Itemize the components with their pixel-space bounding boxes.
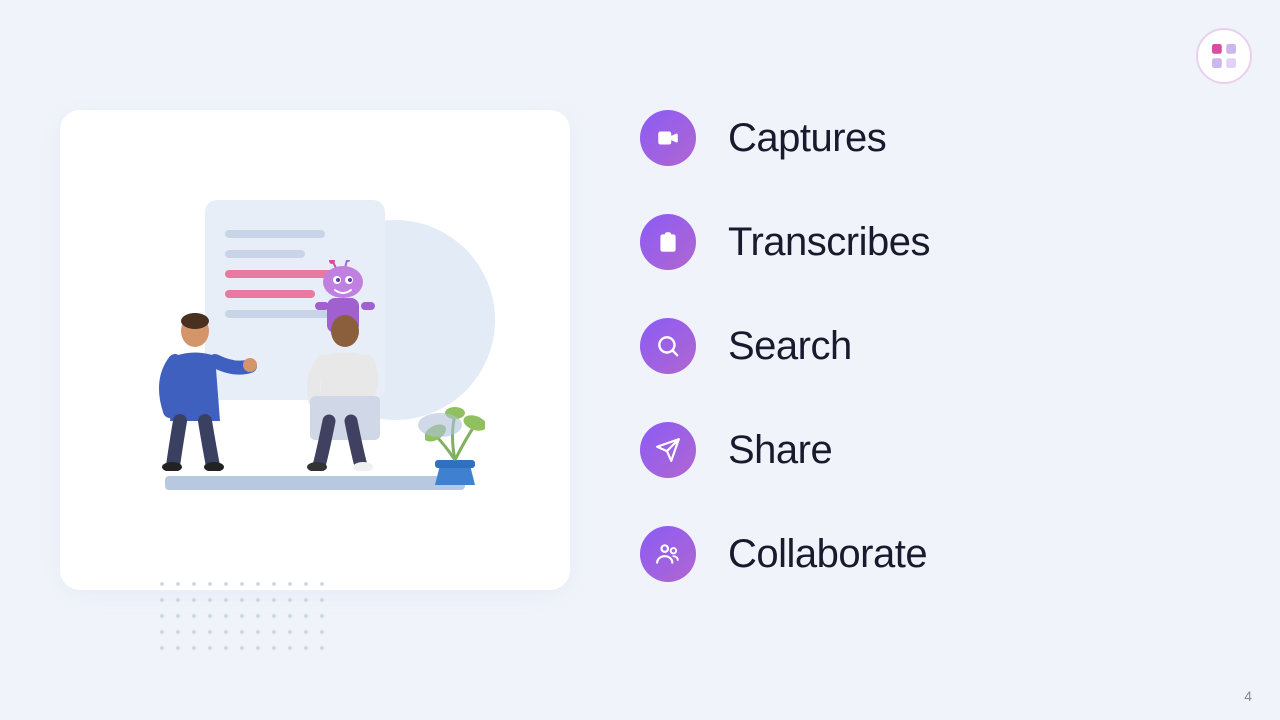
dot [176, 630, 180, 634]
search-icon-circle [640, 318, 696, 374]
video-icon [655, 125, 681, 151]
dot [240, 614, 244, 618]
dot [224, 598, 228, 602]
transcribes-label: Transcribes [728, 220, 930, 265]
dot [192, 614, 196, 618]
dot [288, 630, 292, 634]
dot [304, 598, 308, 602]
captures-icon-circle [640, 110, 696, 166]
dot [256, 630, 260, 634]
dot [208, 598, 212, 602]
dot [208, 630, 212, 634]
dot [224, 582, 228, 586]
dot [272, 630, 276, 634]
dot [320, 614, 324, 618]
share-icon-circle [640, 422, 696, 478]
person1 [155, 311, 265, 476]
dot [320, 598, 324, 602]
collaborate-label: Collaborate [728, 532, 927, 577]
dot [288, 646, 292, 650]
dot [176, 646, 180, 650]
dot [208, 582, 212, 586]
dot [256, 598, 260, 602]
captures-label: Captures [728, 116, 886, 161]
dot [208, 614, 212, 618]
dot [224, 630, 228, 634]
dot [272, 614, 276, 618]
dot [304, 582, 308, 586]
dot [304, 646, 308, 650]
dot [176, 614, 180, 618]
dot [272, 646, 276, 650]
dot [192, 582, 196, 586]
share-icon [655, 437, 681, 463]
tactiq-logo-icon [1209, 41, 1239, 71]
dot [320, 630, 324, 634]
dot [272, 582, 276, 586]
dot [176, 582, 180, 586]
dot [160, 598, 164, 602]
dot [224, 614, 228, 618]
dot [160, 614, 164, 618]
dot [192, 598, 196, 602]
feature-search: Search [640, 318, 1200, 374]
dot [288, 598, 292, 602]
person2 [295, 311, 395, 476]
dot [288, 614, 292, 618]
dot [160, 582, 164, 586]
dot [272, 598, 276, 602]
dot [224, 646, 228, 650]
illustration [105, 180, 525, 520]
share-label: Share [728, 428, 832, 473]
dot [288, 582, 292, 586]
illustration-card [60, 110, 570, 590]
feature-captures: Captures [640, 110, 1200, 166]
transcribes-icon-circle [640, 214, 696, 270]
collaborate-icon-circle [640, 526, 696, 582]
dot [304, 630, 308, 634]
feature-transcribes: Transcribes [640, 214, 1200, 270]
collaborate-icon [655, 541, 681, 567]
search-icon [655, 333, 681, 359]
dot [256, 646, 260, 650]
feature-collaborate: Collaborate [640, 526, 1200, 582]
dot [240, 582, 244, 586]
dot [208, 646, 212, 650]
doc-line-4 [225, 290, 315, 298]
dot [240, 630, 244, 634]
feature-share: Share [640, 422, 1200, 478]
feature-list: Captures Transcribes Search Share [640, 110, 1200, 630]
dot [192, 630, 196, 634]
page-number: 4 [1244, 688, 1252, 704]
dot [192, 646, 196, 650]
dot [160, 630, 164, 634]
dot [256, 614, 260, 618]
dot-pattern: // dots rendered below [160, 582, 334, 660]
dot [304, 614, 308, 618]
dot [320, 646, 324, 650]
dot [160, 646, 164, 650]
logo-circle [1196, 28, 1252, 84]
dot [240, 598, 244, 602]
dot [176, 598, 180, 602]
dot [256, 582, 260, 586]
desk [165, 476, 465, 490]
doc-line-1 [225, 230, 325, 238]
doc-line-2 [225, 250, 305, 258]
decorative-oval [415, 410, 465, 440]
dot [240, 646, 244, 650]
dot [320, 582, 324, 586]
search-label: Search [728, 324, 852, 369]
document-icon [655, 229, 681, 255]
